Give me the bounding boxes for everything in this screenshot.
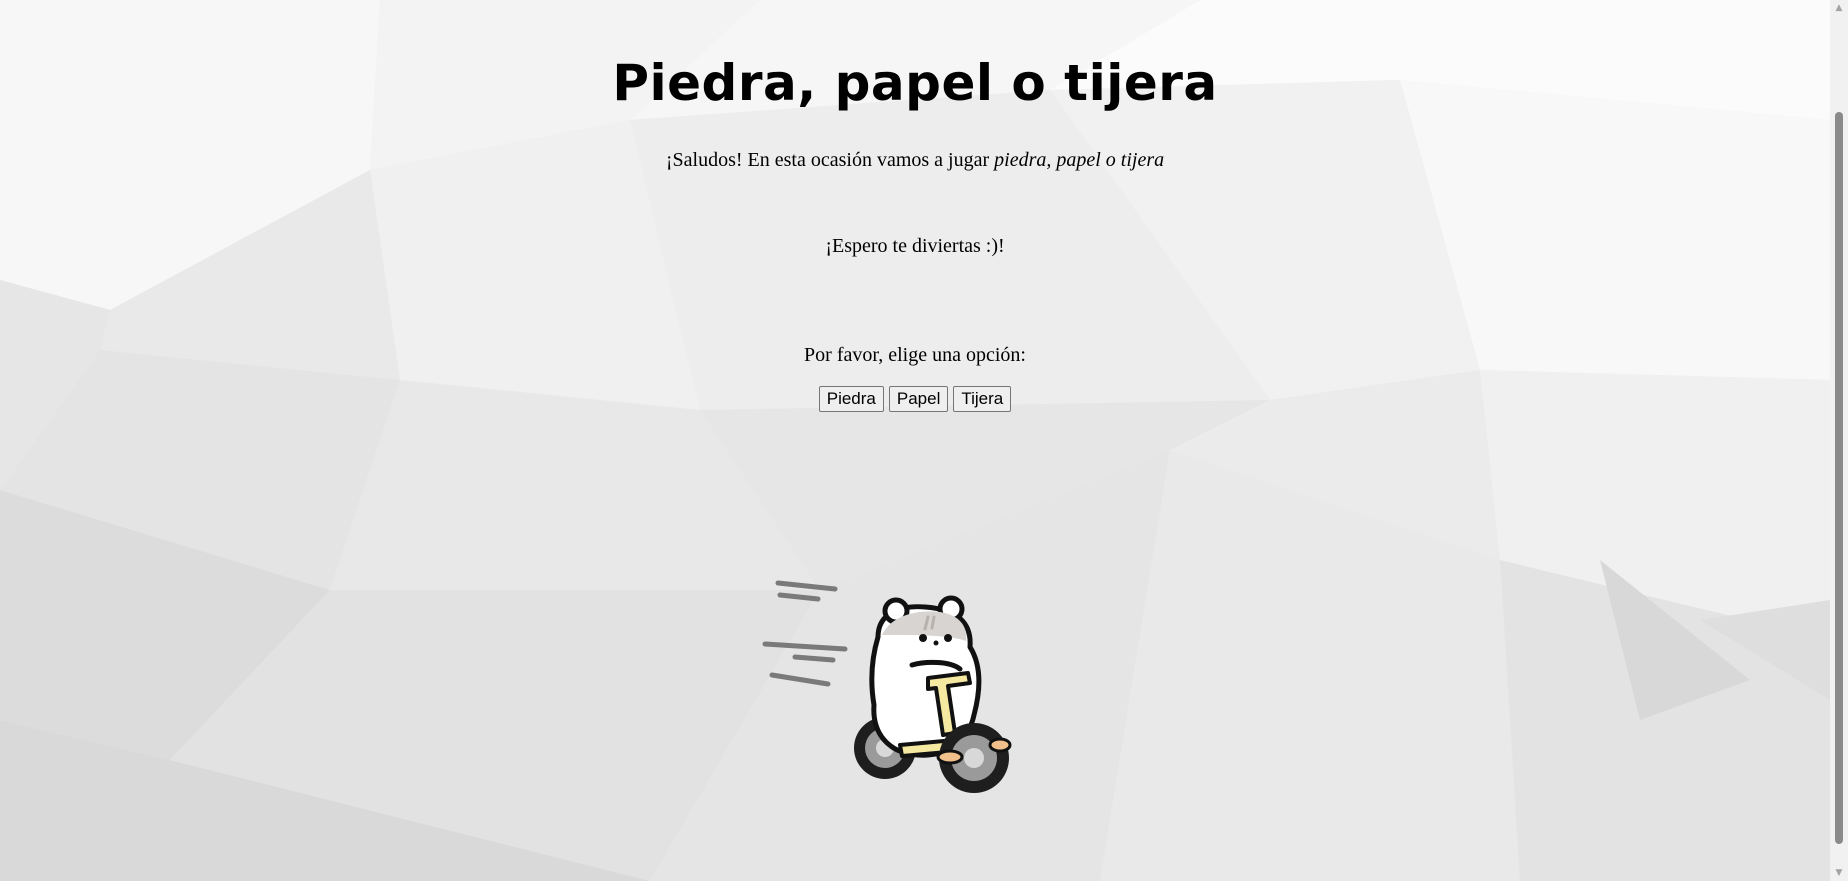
speed-lines-icon — [762, 580, 848, 687]
scroll-up-arrow-icon[interactable]: ▲ — [1830, 0, 1848, 16]
page-title: Piedra, papel o tijera — [612, 54, 1218, 112]
vertical-scrollbar[interactable]: ▲ ▼ — [1830, 0, 1848, 881]
main-content: Piedra, papel o tijera ¡Saludos! En esta… — [0, 0, 1830, 881]
paper-button[interactable]: Papel — [888, 386, 949, 412]
intro-text: ¡Saludos! En esta ocasión vamos a jugar … — [0, 148, 1830, 172]
choice-buttons: Piedra Papel Tijera — [0, 386, 1830, 412]
intro-lead: ¡Saludos! En esta ocasión vamos a jugar — [665, 149, 995, 171]
choice-prompt: Por favor, elige una opción: — [804, 344, 1026, 366]
rock-button[interactable]: Piedra — [818, 386, 884, 412]
wish-text: ¡Espero te diviertas :)! — [825, 235, 1005, 257]
scissors-button[interactable]: Tijera — [953, 386, 1012, 412]
hamster-tricycle-illustration — [762, 580, 1012, 793]
scroll-thumb[interactable] — [1835, 112, 1843, 844]
intro-emphasis: piedra, papel o tijera — [994, 149, 1165, 171]
scroll-down-arrow-icon[interactable]: ▼ — [1830, 865, 1848, 881]
